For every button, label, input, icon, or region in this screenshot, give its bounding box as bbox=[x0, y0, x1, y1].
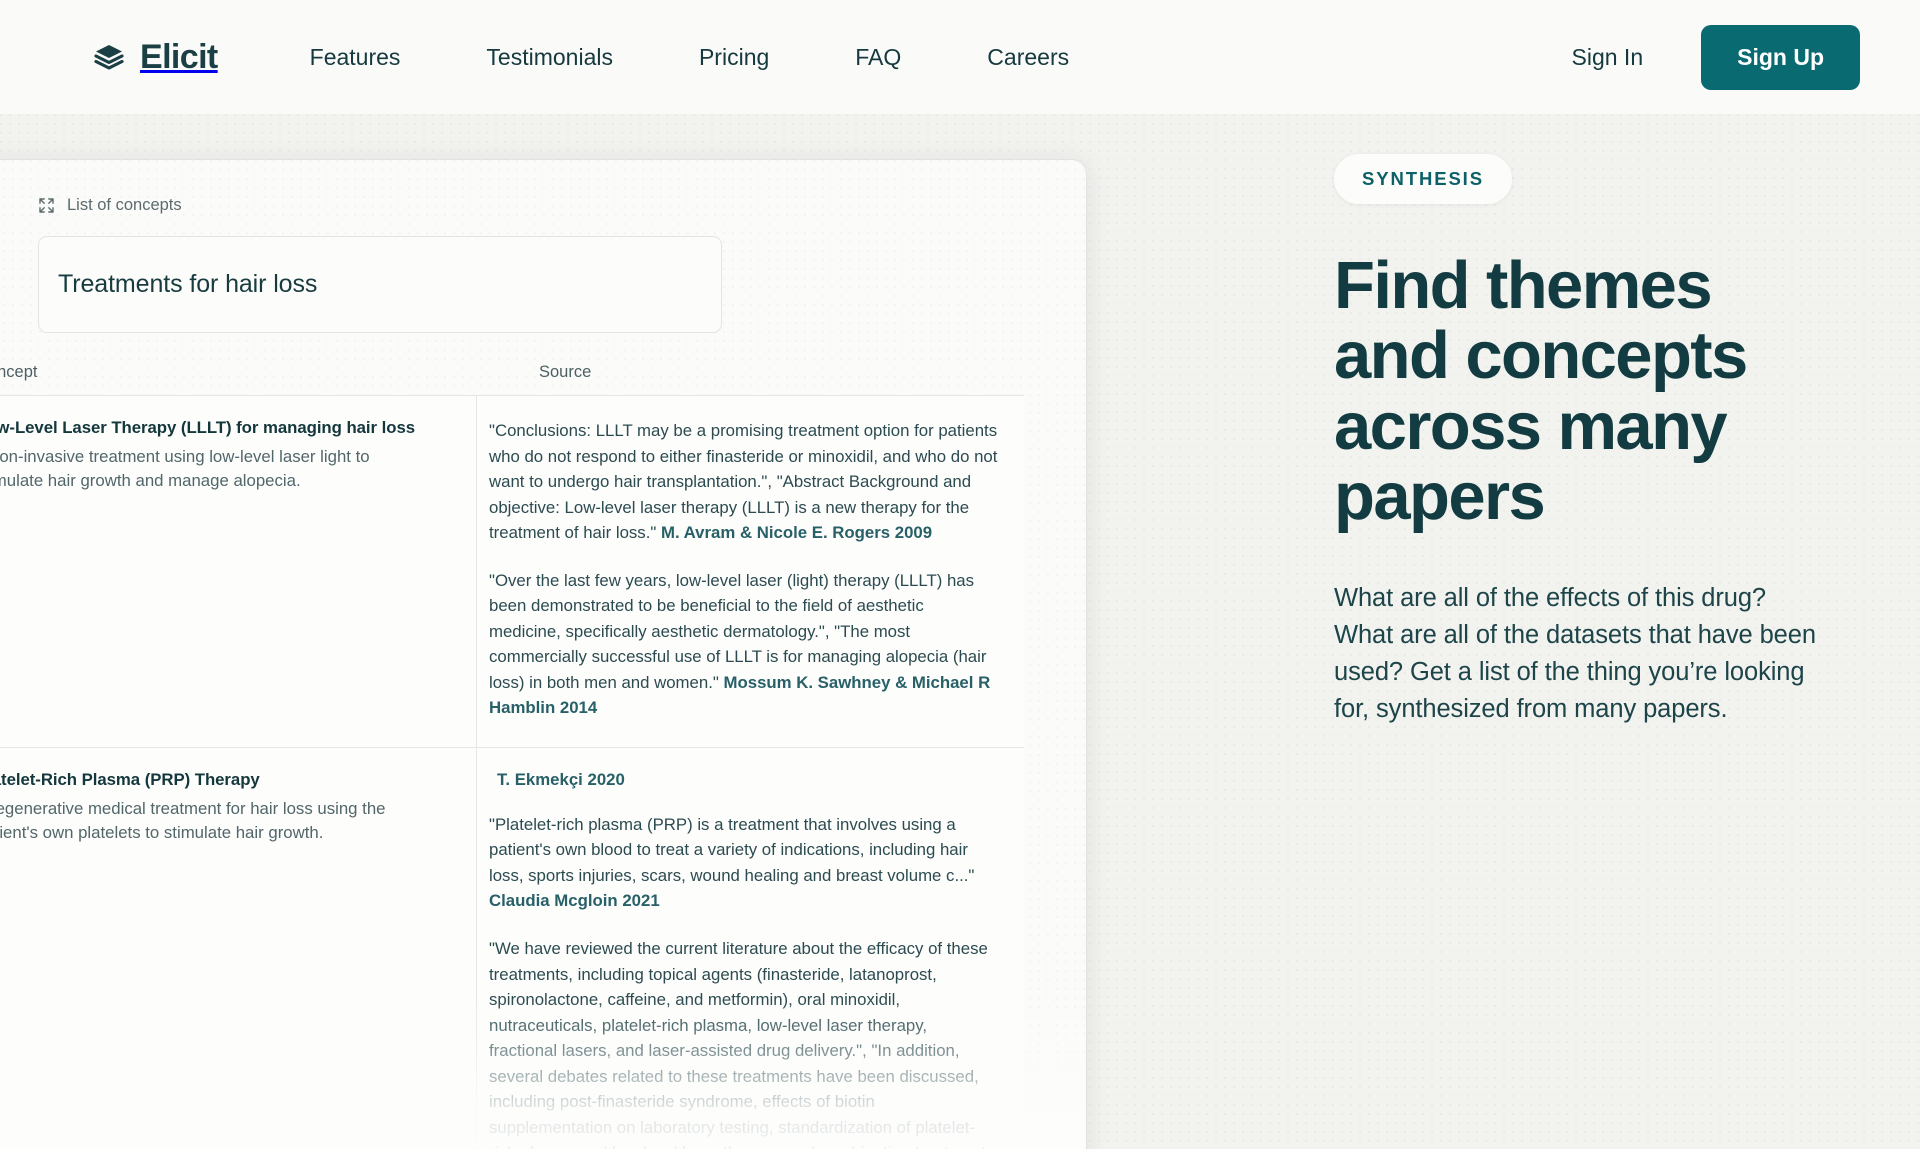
primary-nav-links: Features Testimonials Pricing FAQ Career… bbox=[310, 34, 1572, 81]
concept-cell: Low-Level Laser Therapy (LLLT) for manag… bbox=[0, 396, 477, 747]
table-header-row: Concept Source bbox=[0, 363, 1024, 396]
column-header-source: Source bbox=[539, 363, 592, 381]
concept-title: Platelet-Rich Plasma (PRP) Therapy bbox=[0, 769, 260, 789]
top-navigation-bar: Elicit Features Testimonials Pricing FAQ… bbox=[0, 0, 1920, 114]
hero-section: List of concepts Treatments for hair los… bbox=[0, 114, 1920, 1149]
stacked-books-logo-icon bbox=[92, 40, 126, 74]
demo-card-wrapper: List of concepts Treatments for hair los… bbox=[0, 114, 1330, 1149]
brand-logo-link[interactable]: Elicit bbox=[92, 38, 218, 77]
nav-link-faq[interactable]: FAQ bbox=[855, 34, 901, 81]
synthesis-badge: SYNTHESIS bbox=[1334, 154, 1512, 204]
table-row[interactable]: Platelet-Rich Plasma (PRP) Therapy a reg… bbox=[0, 747, 1024, 1149]
sign-in-link[interactable]: Sign In bbox=[1572, 44, 1644, 71]
nav-link-pricing[interactable]: Pricing bbox=[699, 34, 769, 81]
query-input[interactable]: Treatments for hair loss bbox=[38, 236, 722, 333]
concepts-table: Concept Source Low-Level Laser Therapy (… bbox=[0, 363, 1024, 1149]
quote-text: "Platelet-rich plasma (PRP) is a treatme… bbox=[489, 814, 975, 885]
query-value: Treatments for hair loss bbox=[58, 270, 318, 298]
quote-citation[interactable]: M. Avram & Nicole E. Rogers 2009 bbox=[661, 523, 932, 542]
lead-citation[interactable]: T. Ekmekçi 2020 bbox=[489, 770, 998, 790]
concept-cell: Platelet-Rich Plasma (PRP) Therapy a reg… bbox=[0, 747, 477, 1149]
source-quote: "We have reviewed the current literature… bbox=[489, 936, 998, 1149]
nav-link-features[interactable]: Features bbox=[310, 34, 401, 81]
concept-title: Low-Level Laser Therapy (LLLT) for manag… bbox=[0, 418, 416, 437]
nav-link-testimonials[interactable]: Testimonials bbox=[486, 34, 613, 81]
source-quote: "Over the last few years, low-level lase… bbox=[489, 568, 998, 721]
quote-text: "We have reviewed the current literature… bbox=[489, 938, 988, 1149]
concepts-demo-card: List of concepts Treatments for hair los… bbox=[0, 160, 1086, 1149]
nav-link-careers[interactable]: Careers bbox=[987, 34, 1069, 81]
quote-citation[interactable]: Claudia Mcgloin 2021 bbox=[489, 891, 660, 910]
hero-copy: SYNTHESIS Find themes and concepts acros… bbox=[1330, 114, 1920, 1149]
list-of-concepts-label: List of concepts bbox=[38, 196, 1086, 215]
compress-corners-icon bbox=[38, 197, 55, 214]
list-of-concepts-text: List of concepts bbox=[67, 196, 182, 214]
concept-description: a regenerative medical treatment for hai… bbox=[0, 798, 386, 842]
source-quote: "Platelet-rich plasma (PRP) is a treatme… bbox=[489, 812, 998, 914]
brand-name: Elicit bbox=[140, 37, 218, 76]
sign-up-button[interactable]: Sign Up bbox=[1701, 24, 1860, 90]
nav-auth-actions: Sign In Sign Up bbox=[1572, 24, 1860, 90]
demo-card-header: List of concepts Treatments for hair los… bbox=[0, 160, 1086, 333]
source-quote: "Conclusions: LLLT may be a promising tr… bbox=[489, 418, 998, 546]
source-cell: T. Ekmekçi 2020 "Platelet-rich plasma (P… bbox=[477, 748, 1024, 1149]
hero-subcopy: What are all of the effects of this drug… bbox=[1334, 584, 1816, 724]
concept-description: a non-invasive treatment using low-level… bbox=[0, 447, 370, 490]
source-cell: "Conclusions: LLLT may be a promising tr… bbox=[477, 396, 1024, 747]
column-header-concept: Concept bbox=[0, 363, 38, 381]
table-row[interactable]: Low-Level Laser Therapy (LLLT) for manag… bbox=[0, 396, 1024, 748]
hero-headline: Find themes and concepts across many pap… bbox=[1334, 248, 1748, 535]
